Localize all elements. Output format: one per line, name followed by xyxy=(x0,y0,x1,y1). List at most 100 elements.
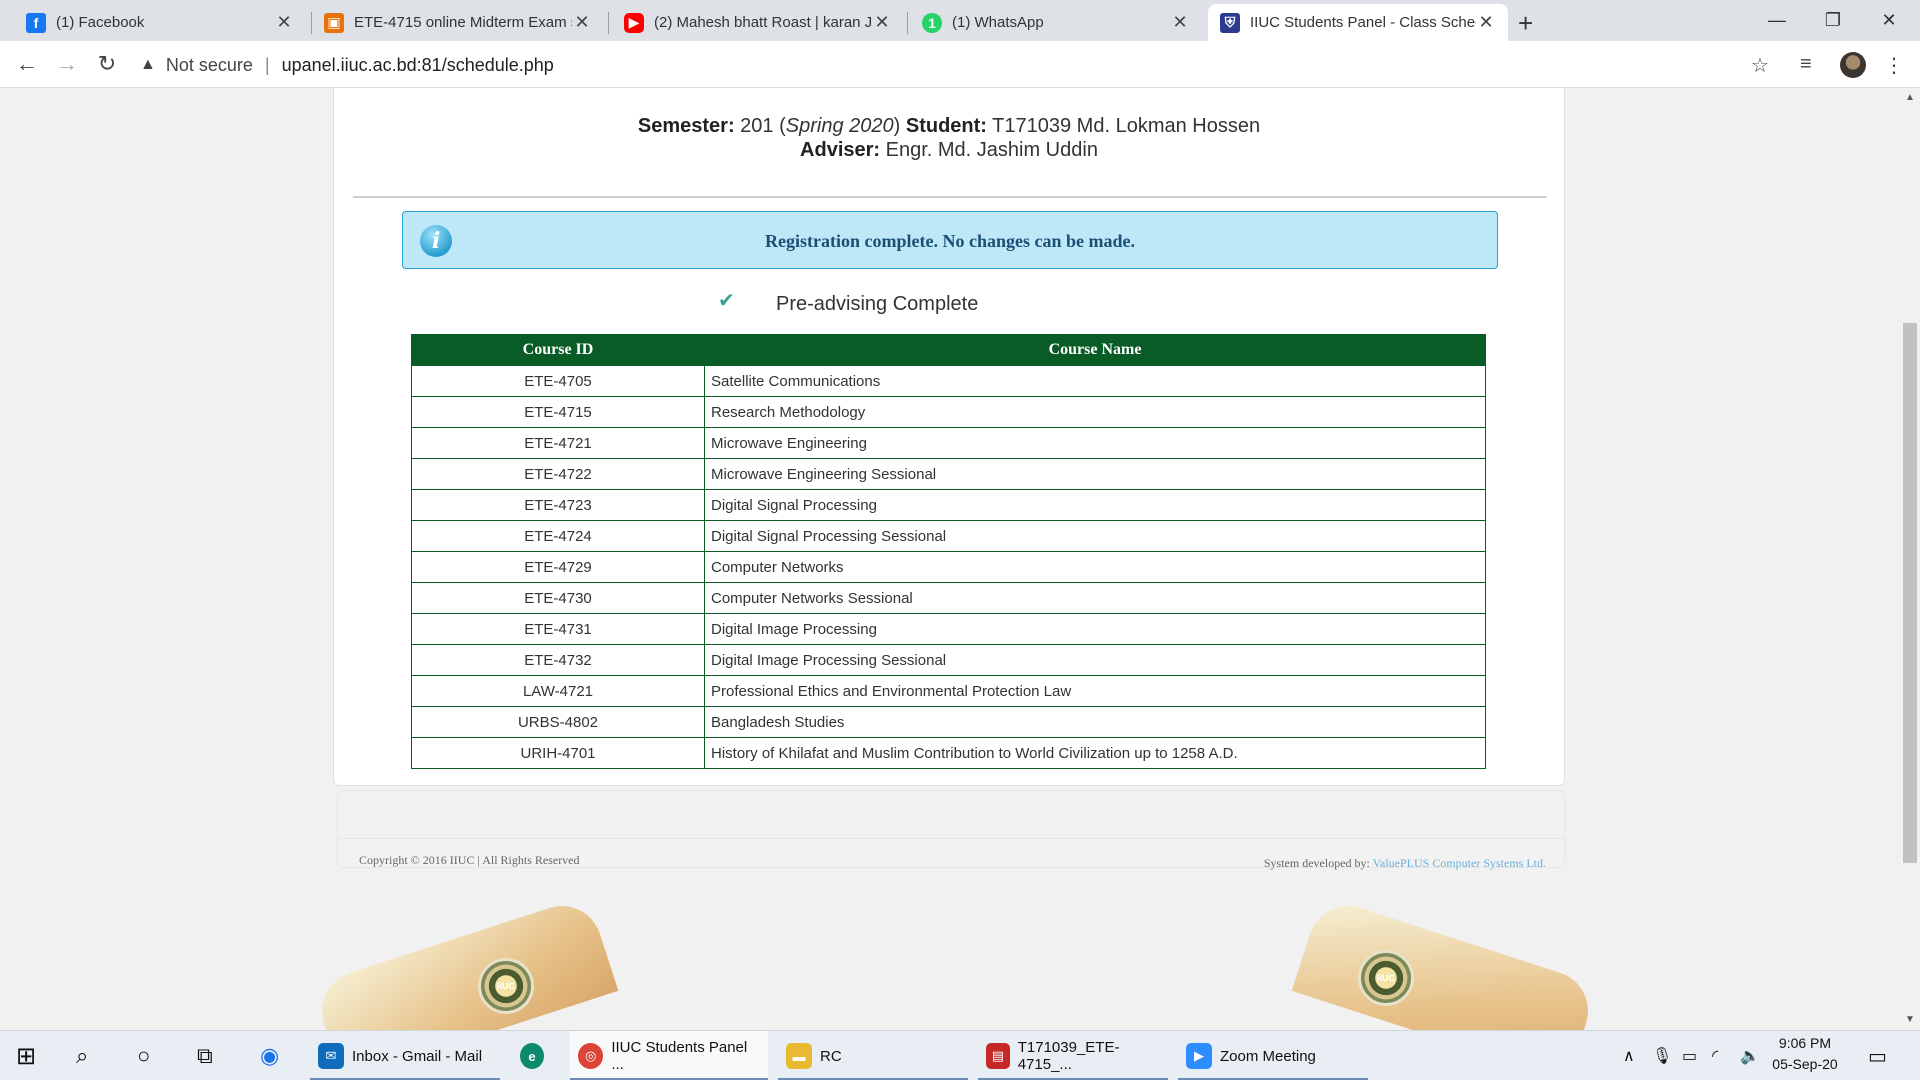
tab-midterm-exam[interactable]: ▣ ETE-4715 online Midterm Exam s ✕ xyxy=(312,4,604,41)
clock-time: 9:06 PM xyxy=(1778,1035,1832,1051)
developer-credit: System developed by: ValuePLUS Computer … xyxy=(1264,856,1546,871)
table-header-row: Course ID Course Name xyxy=(411,334,1486,366)
course-name: Microwave Engineering Sessional xyxy=(704,458,1486,490)
show-hidden-icons[interactable]: ∧ xyxy=(1623,1031,1635,1080)
maps-icon[interactable]: ◉ xyxy=(260,1031,279,1080)
tab-title: ETE-4715 online Midterm Exam s xyxy=(354,14,572,31)
reload-button[interactable]: ↻ xyxy=(92,49,122,79)
table-row: URIH-4701 History of Khilafat and Muslim … xyxy=(411,737,1486,769)
scroll-down-icon[interactable]: ▼ xyxy=(1905,1014,1915,1025)
taskbar-app-label: Inbox - Gmail - Mail xyxy=(352,1047,483,1065)
bookmark-star-icon[interactable]: ☆ xyxy=(1751,53,1769,78)
course-id: ETE-4721 xyxy=(411,427,705,459)
new-tab-button[interactable]: + xyxy=(1518,8,1533,39)
divider: | xyxy=(264,54,270,75)
search-icon[interactable]: ⌕ xyxy=(76,1031,88,1080)
copyright-text: Copyright © 2016 IIUC | All Rights Reser… xyxy=(359,853,580,867)
menu-kebab-icon[interactable]: ⋮ xyxy=(1884,53,1904,78)
taskbar-app-pdf[interactable]: ▤ T171039_ETE-4715_... xyxy=(978,1031,1168,1080)
scrollbar-thumb[interactable] xyxy=(1903,323,1917,863)
facebook-icon: f xyxy=(26,12,46,33)
cortana-icon[interactable]: ○ xyxy=(137,1031,150,1080)
restore-button[interactable]: ❐ xyxy=(1810,2,1856,38)
close-icon[interactable]: ✕ xyxy=(872,12,892,33)
table-row: ETE-4721 Microwave Engineering xyxy=(411,427,1486,459)
url-text[interactable]: upanel.iiuc.ac.bd:81/schedule.php xyxy=(282,55,554,76)
course-id: ETE-4729 xyxy=(411,551,705,583)
warning-icon[interactable]: ▲ xyxy=(140,56,156,74)
decorative-banner-left xyxy=(311,895,619,1030)
volume-icon[interactable]: 🔈 xyxy=(1740,1031,1760,1080)
tab-youtube[interactable]: ▶ (2) Mahesh bhatt Roast | karan Jo ✕ xyxy=(612,4,904,41)
clock-date: 05-Sep-20 xyxy=(1772,1056,1838,1072)
course-name: Computer Networks xyxy=(704,551,1486,583)
taskbar-app-explorer[interactable]: ▬ RC xyxy=(778,1031,968,1080)
taskbar-app-mail[interactable]: ✉ Inbox - Gmail - Mail xyxy=(310,1031,500,1080)
course-name: Digital Signal Processing Sessional xyxy=(704,520,1486,552)
iiuc-icon: ⛨ xyxy=(1220,12,1240,33)
course-id: ETE-4723 xyxy=(411,489,705,521)
avatar[interactable] xyxy=(1840,52,1866,78)
taskbar-app-chrome[interactable]: ◎ IIUC Students Panel ... xyxy=(570,1031,768,1080)
adviser-value: Engr. Md. Jashim Uddin xyxy=(885,139,1098,161)
course-name: Digital Signal Processing xyxy=(704,489,1486,521)
close-icon[interactable]: ✕ xyxy=(274,12,294,33)
folder-icon: ▬ xyxy=(786,1043,812,1069)
taskbar-app-zoom[interactable]: ▶ Zoom Meeting xyxy=(1178,1031,1368,1080)
decorative-banner-right xyxy=(1291,895,1599,1030)
page-scrollbar[interactable]: ▲ ▼ xyxy=(1900,88,1920,1030)
checkmark-icon: ✔ xyxy=(718,290,735,312)
taskbar-app-label: T171039_ETE-4715_... xyxy=(1017,1039,1120,1073)
table-row: ETE-4722 Microwave Engineering Sessional xyxy=(411,458,1486,490)
table-row: ETE-4732 Digital Image Processing Session… xyxy=(411,644,1486,676)
close-window-button[interactable]: ✕ xyxy=(1866,2,1912,38)
notifications-icon[interactable]: ▭ xyxy=(1868,1031,1887,1080)
forward-button[interactable]: → xyxy=(52,49,82,79)
close-icon[interactable]: ✕ xyxy=(1476,12,1496,33)
start-button[interactable]: ⊞ xyxy=(16,1031,36,1080)
system-clock[interactable]: 9:06 PM 05-Sep-20 xyxy=(1770,1033,1840,1075)
semester-close: ) xyxy=(893,115,901,137)
scroll-up-icon[interactable]: ▲ xyxy=(1905,92,1915,103)
close-icon[interactable]: ✕ xyxy=(572,12,592,33)
course-name: Digital Image Processing Sessional xyxy=(704,644,1486,676)
tab-whatsapp[interactable]: 1 (1) WhatsApp ✕ xyxy=(910,4,1202,41)
divider xyxy=(338,838,1564,839)
course-id: ETE-4732 xyxy=(411,644,705,676)
security-status[interactable]: Not secure xyxy=(166,55,253,76)
pdf-icon: ▤ xyxy=(986,1043,1010,1069)
page-viewport: Semester: 201 (Spring 2020) Student: T17… xyxy=(0,88,1900,1030)
taskbar-app-edge[interactable]: e xyxy=(512,1031,560,1080)
chrome-icon: ◎ xyxy=(578,1043,604,1069)
battery-icon[interactable]: ▭ xyxy=(1682,1031,1697,1080)
course-id: ETE-4731 xyxy=(411,613,705,645)
semester-code: 201 ( xyxy=(740,115,786,137)
preadvising-label: Pre-advising Complete xyxy=(776,293,979,315)
column-header-course-id: Course ID xyxy=(411,334,705,366)
table-row: ETE-4705 Satellite Communications xyxy=(411,365,1486,397)
table-row: ETE-4723 Digital Signal Processing xyxy=(411,489,1486,521)
table-row: URBS-4802 Bangladesh Studies xyxy=(411,706,1486,738)
registration-alert: i Registration complete. No changes can … xyxy=(402,211,1498,269)
course-id: URBS-4802 xyxy=(411,706,705,738)
course-name: Microwave Engineering xyxy=(704,427,1486,459)
back-button[interactable]: ← xyxy=(12,49,42,79)
media-queue-icon[interactable]: ≡ xyxy=(1800,53,1812,76)
tab-facebook[interactable]: f (1) Facebook ✕ xyxy=(14,4,306,41)
table-row: LAW-4721 Professional Ethics and Environm… xyxy=(411,675,1486,707)
task-view-icon[interactable]: ⧉ xyxy=(197,1031,213,1080)
course-id: URIH-4701 xyxy=(411,737,705,769)
course-id: LAW-4721 xyxy=(411,675,705,707)
column-header-course-name: Course Name xyxy=(704,334,1486,366)
minimize-button[interactable]: — xyxy=(1754,2,1800,38)
browser-tab-bar: f (1) Facebook ✕ ▣ ETE-4715 online Midte… xyxy=(0,0,1920,41)
course-name: Research Methodology xyxy=(704,396,1486,428)
wifi-icon[interactable]: ◜ xyxy=(1712,1031,1718,1080)
semester-name: Spring 2020 xyxy=(785,115,894,137)
close-icon[interactable]: ✕ xyxy=(1170,12,1190,33)
microphone-icon[interactable]: 🎙 xyxy=(1652,1031,1672,1080)
address-bar[interactable]: ▲ Not secure | upanel.iiuc.ac.bd:81/sche… xyxy=(140,47,1765,83)
browser-toolbar: ← → ↻ ▲ Not secure | upanel.iiuc.ac.bd:8… xyxy=(0,41,1920,88)
developer-link[interactable]: ValuePLUS Computer Systems Ltd. xyxy=(1373,856,1546,870)
tab-iiuc-students-panel[interactable]: ⛨ IIUC Students Panel - Class Sched ✕ xyxy=(1208,4,1508,41)
